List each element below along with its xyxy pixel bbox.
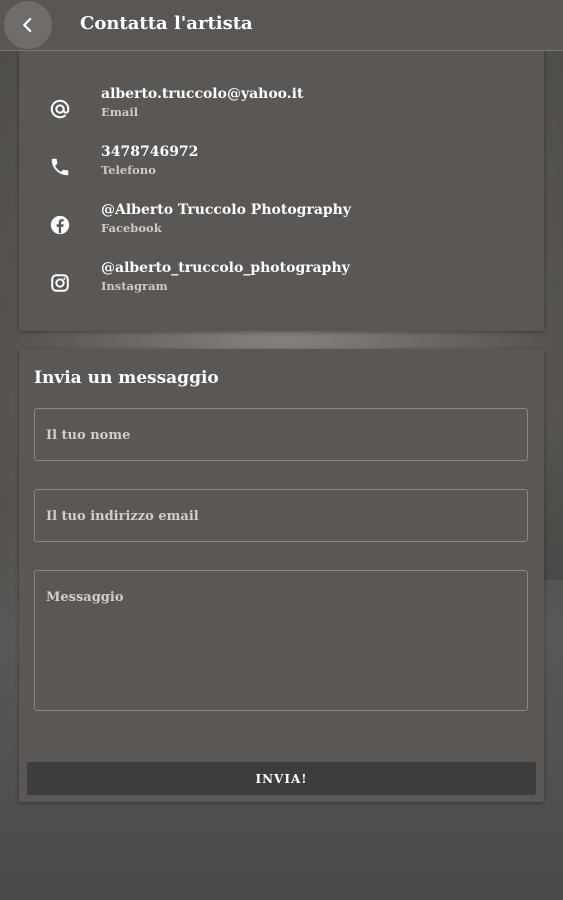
contact-email-label: Email (101, 105, 139, 119)
contact-row-email[interactable]: alberto.truccolo@yahoo.it Email (19, 86, 544, 136)
email-placeholder: Il tuo indirizzo email (46, 509, 199, 524)
facebook-icon (49, 214, 73, 238)
contact-row-instagram[interactable]: @alberto_truccolo_photography Instagram (19, 260, 544, 310)
phone-icon (49, 156, 73, 180)
name-input[interactable]: Il tuo nome (34, 408, 528, 461)
message-form-heading: Invia un messaggio (34, 368, 219, 388)
contact-phone-value: 3478746972 (101, 144, 199, 160)
app-bar: Contatta l'artista (0, 0, 563, 51)
message-placeholder: Messaggio (46, 590, 124, 605)
email-input[interactable]: Il tuo indirizzo email (34, 489, 528, 542)
contact-row-phone[interactable]: 3478746972 Telefono (19, 144, 544, 194)
contact-phone-label: Telefono (101, 163, 156, 177)
chevron-left-icon (23, 17, 32, 33)
contact-email-value: alberto.truccolo@yahoo.it (101, 86, 304, 102)
contact-instagram-value: @alberto_truccolo_photography (101, 260, 350, 276)
back-button[interactable] (4, 1, 52, 49)
message-textarea[interactable]: Messaggio (34, 570, 528, 711)
send-button-label: INVIA! (255, 771, 308, 786)
at-icon (49, 98, 73, 122)
contact-row-facebook[interactable]: @Alberto Truccolo Photography Facebook (19, 202, 544, 252)
contact-info-card: alberto.truccolo@yahoo.it Email 34787469… (19, 48, 544, 331)
contact-facebook-label: Facebook (101, 221, 162, 235)
contact-facebook-value: @Alberto Truccolo Photography (101, 202, 351, 218)
contact-instagram-label: Instagram (101, 279, 168, 293)
message-form-card: Invia un messaggio Il tuo nome Il tuo in… (19, 349, 544, 802)
instagram-icon (49, 272, 73, 296)
name-placeholder: Il tuo nome (46, 428, 131, 443)
send-button[interactable]: INVIA! (27, 762, 536, 795)
page-title: Contatta l'artista (80, 13, 253, 34)
